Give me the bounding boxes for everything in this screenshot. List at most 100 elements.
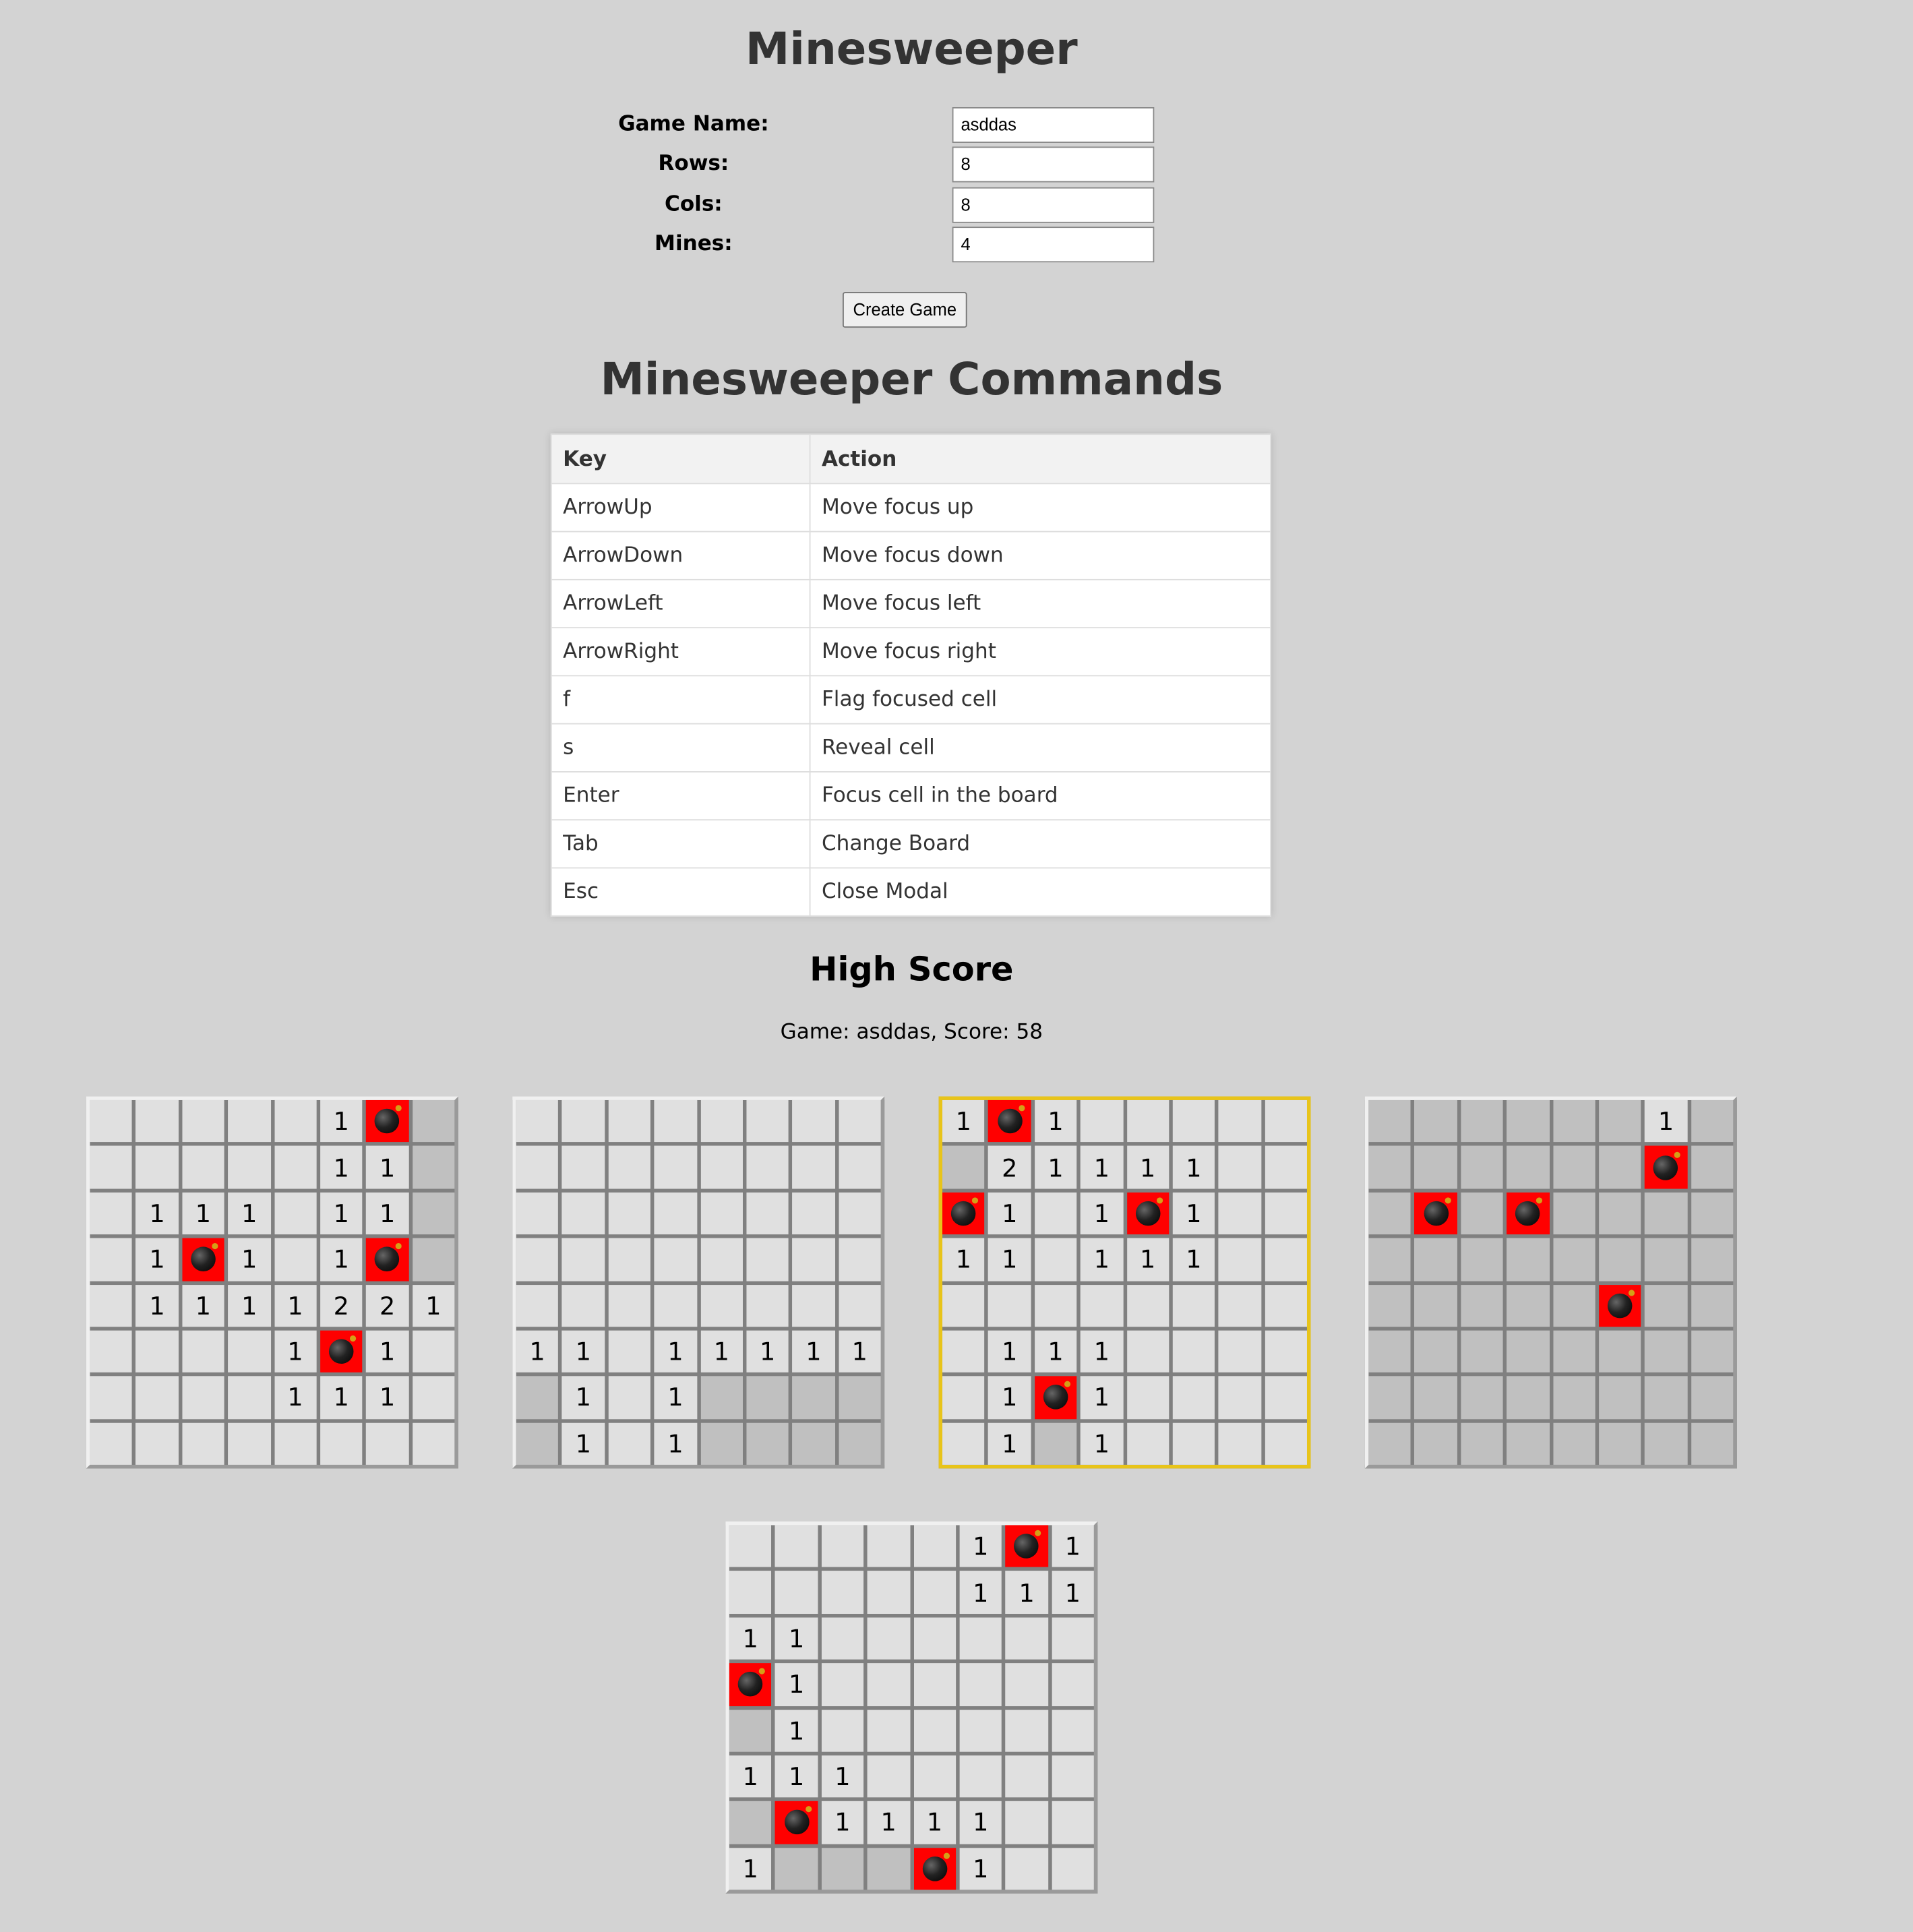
revealed-cell[interactable] (1265, 1284, 1307, 1327)
hidden-cell[interactable] (1507, 1238, 1550, 1281)
revealed-cell[interactable] (654, 1284, 697, 1327)
number-cell[interactable]: 1 (1080, 1192, 1123, 1235)
revealed-cell[interactable] (90, 1192, 133, 1235)
hidden-cell[interactable] (1645, 1330, 1687, 1373)
hidden-cell[interactable] (1460, 1192, 1503, 1235)
hidden-cell[interactable] (1460, 1330, 1503, 1373)
revealed-cell[interactable] (90, 1146, 133, 1189)
revealed-cell[interactable] (1051, 1755, 1094, 1798)
hidden-cell[interactable] (1507, 1099, 1550, 1143)
hidden-cell[interactable] (1507, 1422, 1550, 1465)
revealed-cell[interactable] (775, 1525, 818, 1568)
mine-cell[interactable] (942, 1192, 985, 1235)
revealed-cell[interactable] (1172, 1284, 1215, 1327)
hidden-cell[interactable] (792, 1422, 835, 1465)
revealed-cell[interactable] (1265, 1238, 1307, 1281)
revealed-cell[interactable] (608, 1146, 651, 1189)
hidden-cell[interactable] (412, 1192, 455, 1235)
number-cell[interactable]: 1 (942, 1099, 985, 1143)
hidden-cell[interactable] (1414, 1422, 1457, 1465)
number-cell[interactable]: 1 (1080, 1146, 1123, 1189)
revealed-cell[interactable] (792, 1146, 835, 1189)
revealed-cell[interactable] (1126, 1099, 1170, 1143)
revealed-cell[interactable] (1172, 1376, 1215, 1419)
mine-cell[interactable] (1005, 1525, 1048, 1568)
revealed-cell[interactable] (516, 1238, 559, 1281)
hidden-cell[interactable] (1414, 1146, 1457, 1189)
number-cell[interactable]: 1 (274, 1376, 317, 1419)
mine-cell[interactable] (1598, 1284, 1641, 1327)
revealed-cell[interactable] (867, 1709, 910, 1752)
revealed-cell[interactable] (913, 1709, 956, 1752)
mine-cell[interactable] (988, 1099, 1031, 1143)
revealed-cell[interactable] (274, 1238, 317, 1281)
hidden-cell[interactable] (746, 1422, 789, 1465)
number-cell[interactable]: 1 (1080, 1422, 1123, 1465)
revealed-cell[interactable] (1126, 1376, 1170, 1419)
hidden-cell[interactable] (1552, 1099, 1596, 1143)
revealed-cell[interactable] (516, 1192, 559, 1235)
number-cell[interactable]: 1 (729, 1617, 772, 1660)
number-cell[interactable]: 2 (320, 1284, 363, 1327)
revealed-cell[interactable] (913, 1571, 956, 1614)
hidden-cell[interactable] (792, 1376, 835, 1419)
revealed-cell[interactable] (746, 1238, 789, 1281)
revealed-cell[interactable] (913, 1525, 956, 1568)
hidden-cell[interactable] (1460, 1284, 1503, 1327)
revealed-cell[interactable] (1265, 1099, 1307, 1143)
revealed-cell[interactable] (867, 1755, 910, 1798)
mine-cell[interactable] (1507, 1192, 1550, 1235)
hidden-cell[interactable] (1598, 1376, 1641, 1419)
revealed-cell[interactable] (942, 1376, 985, 1419)
hidden-cell[interactable] (746, 1376, 789, 1419)
revealed-cell[interactable] (746, 1146, 789, 1189)
number-cell[interactable]: 2 (988, 1146, 1031, 1189)
revealed-cell[interactable] (913, 1755, 956, 1798)
revealed-cell[interactable] (792, 1192, 835, 1235)
hidden-cell[interactable] (1507, 1376, 1550, 1419)
revealed-cell[interactable] (182, 1099, 224, 1143)
number-cell[interactable]: 1 (1645, 1099, 1687, 1143)
revealed-cell[interactable] (90, 1422, 133, 1465)
number-cell[interactable]: 1 (228, 1192, 271, 1235)
revealed-cell[interactable] (867, 1663, 910, 1706)
hidden-cell[interactable] (516, 1422, 559, 1465)
revealed-cell[interactable] (1265, 1192, 1307, 1235)
revealed-cell[interactable] (654, 1146, 697, 1189)
mine-cell[interactable] (182, 1238, 224, 1281)
hidden-cell[interactable] (838, 1422, 881, 1465)
hidden-cell[interactable] (1368, 1099, 1411, 1143)
revealed-cell[interactable] (182, 1330, 224, 1373)
revealed-cell[interactable] (821, 1709, 864, 1752)
revealed-cell[interactable] (1051, 1847, 1094, 1890)
hidden-cell[interactable] (838, 1376, 881, 1419)
revealed-cell[interactable] (1051, 1709, 1094, 1752)
hidden-cell[interactable] (1691, 1376, 1734, 1419)
hidden-cell[interactable] (1598, 1422, 1641, 1465)
number-cell[interactable]: 1 (959, 1525, 1002, 1568)
hidden-cell[interactable] (1598, 1146, 1641, 1189)
mine-cell[interactable] (366, 1099, 409, 1143)
revealed-cell[interactable] (1218, 1099, 1261, 1143)
revealed-cell[interactable] (1172, 1099, 1215, 1143)
hidden-cell[interactable] (1414, 1238, 1457, 1281)
revealed-cell[interactable] (1265, 1422, 1307, 1465)
revealed-cell[interactable] (988, 1284, 1031, 1327)
hidden-cell[interactable] (1368, 1376, 1411, 1419)
number-cell[interactable]: 1 (135, 1238, 179, 1281)
hidden-cell[interactable] (516, 1376, 559, 1419)
hidden-cell[interactable] (1691, 1238, 1734, 1281)
revealed-cell[interactable] (700, 1284, 743, 1327)
hidden-cell[interactable] (1645, 1238, 1687, 1281)
number-cell[interactable]: 1 (562, 1376, 605, 1419)
mine-cell[interactable] (1034, 1376, 1077, 1419)
number-cell[interactable]: 1 (320, 1192, 363, 1235)
revealed-cell[interactable] (1218, 1330, 1261, 1373)
number-cell[interactable]: 1 (913, 1801, 956, 1844)
create-game-button[interactable]: Create Game (843, 292, 967, 328)
game-board-4[interactable]: 1 (1364, 1096, 1737, 1469)
game-board-3[interactable]: 1121111111111111111111 (938, 1096, 1311, 1469)
number-cell[interactable]: 1 (746, 1330, 789, 1373)
number-cell[interactable]: 1 (320, 1099, 363, 1143)
revealed-cell[interactable] (412, 1422, 455, 1465)
